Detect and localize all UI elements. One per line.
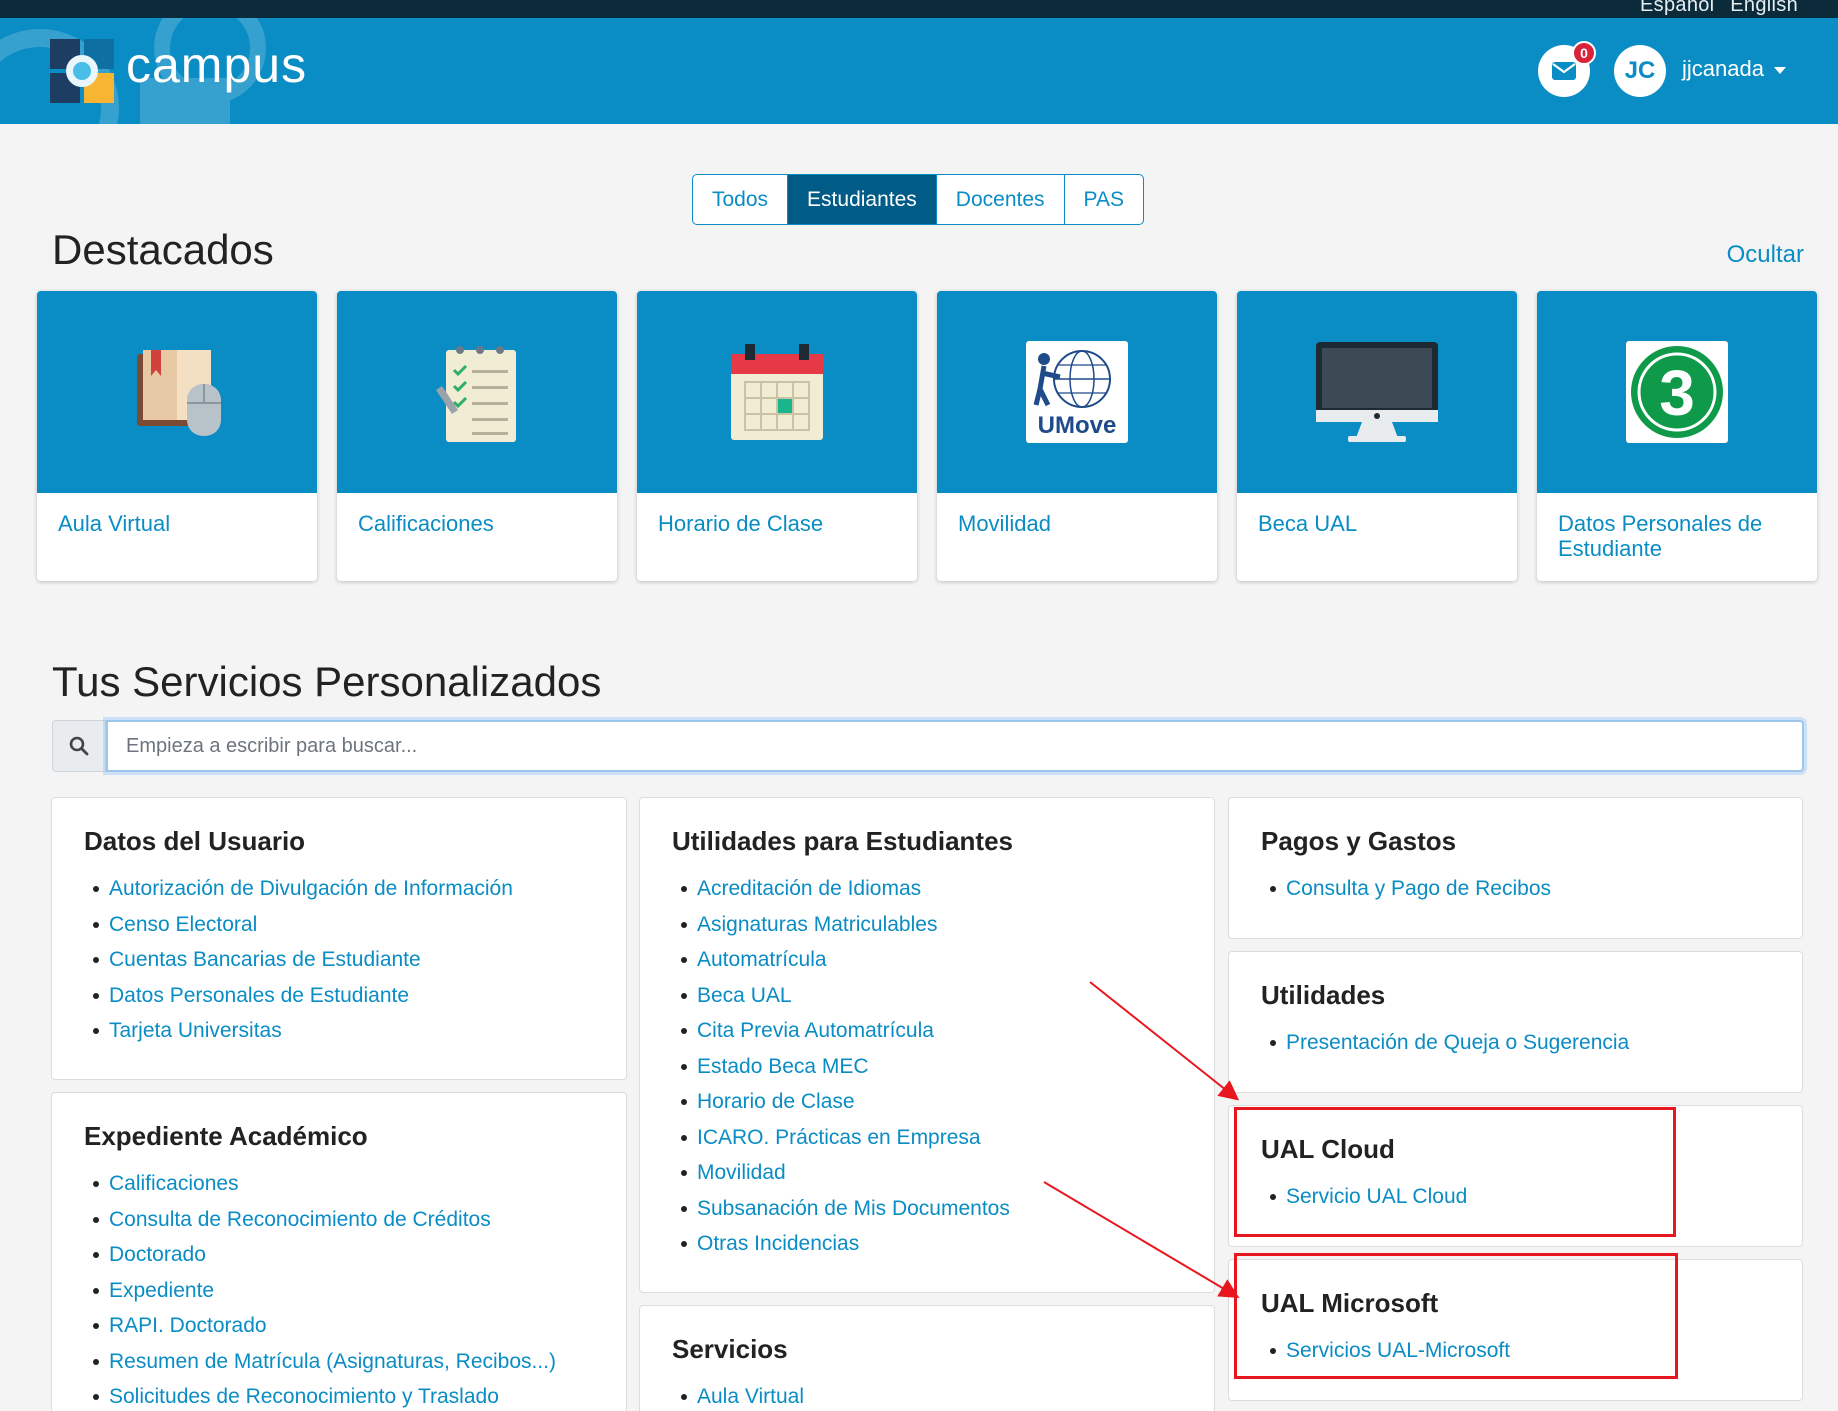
list-item-link[interactable]: Movilidad (672, 1155, 1182, 1191)
list-item-link[interactable]: Aula Virtual (672, 1379, 1182, 1411)
panel-title: Datos del Usuario (84, 826, 306, 856)
card-label: Movilidad (958, 511, 1051, 536)
card-label: Beca UAL (1258, 511, 1358, 536)
campus-logo-icon[interactable] (50, 39, 114, 103)
highlight-ual-cloud (1234, 1107, 1676, 1237)
brand-name[interactable]: campus (126, 36, 307, 94)
list-item-link[interactable]: Calificaciones (84, 1166, 594, 1202)
tab-pas[interactable]: PAS (1065, 175, 1143, 224)
book-mouse-icon (137, 350, 221, 436)
service-search (52, 717, 1807, 775)
panel-pagos: Pagos y Gastos Consulta y Pago de Recibo… (1228, 797, 1803, 939)
panel-links: Acreditación de Idiomas Asignaturas Matr… (672, 871, 1182, 1262)
tab-todos[interactable]: Todos (693, 175, 789, 224)
card-label: Aula Virtual (58, 511, 171, 536)
checklist-icon (436, 346, 516, 442)
search-icon (69, 736, 89, 756)
list-item-link[interactable]: Expediente (84, 1273, 594, 1309)
panel-datos-usuario: Datos del Usuario Autorización de Divulg… (51, 797, 627, 1080)
language-bar: Español English (0, 0, 1838, 18)
card-label: Horario de Clase (658, 511, 824, 536)
user-menu[interactable]: jjcanada (1682, 56, 1786, 82)
list-item-link[interactable]: Consulta y Pago de Recibos (1261, 871, 1770, 907)
monitor-icon (1316, 342, 1438, 442)
featured-card-aula-virtual[interactable]: Aula Virtual (37, 291, 317, 581)
panel-title: Utilidades (1261, 980, 1386, 1010)
services-heading: Tus Servicios Personalizados (52, 658, 602, 705)
featured-cards: Aula Virtual Calificaciones Horario de C… (37, 291, 1817, 582)
tab-estudiantes[interactable]: Estudiantes (788, 175, 937, 224)
list-item-link[interactable]: Solicitudes de Reconocimiento y Traslado (84, 1379, 594, 1411)
list-item-link[interactable]: Resumen de Matrícula (Asignaturas, Recib… (84, 1344, 594, 1380)
list-item-link[interactable]: Censo Electoral (84, 907, 594, 943)
featured-card-beca[interactable]: Beca UAL (1237, 291, 1517, 581)
featured-card-movilidad[interactable]: UMove Movilidad (937, 291, 1217, 581)
list-item-link[interactable]: Asignaturas Matriculables (672, 907, 1182, 943)
number-three-icon: 3 (1626, 341, 1728, 443)
card-label: Datos Personales de Estudiante (1558, 511, 1763, 561)
panel-expediente: Expediente Académico Calificaciones Cons… (51, 1092, 627, 1411)
lang-es-link[interactable]: Español (1640, 0, 1714, 16)
search-input[interactable] (103, 717, 1807, 775)
language-switcher: Español English (1630, 0, 1798, 17)
envelope-icon (1552, 62, 1576, 80)
search-button[interactable] (52, 720, 106, 772)
caret-down-icon (1773, 66, 1786, 74)
panel-title: Utilidades para Estudiantes (672, 826, 1013, 856)
panel-utilidades-estudiantes: Utilidades para Estudiantes Acreditación… (639, 797, 1215, 1293)
featured-card-horario[interactable]: Horario de Clase (637, 291, 917, 581)
avatar[interactable]: JC (1614, 45, 1666, 97)
list-item-link[interactable]: Subsanación de Mis Documentos (672, 1191, 1182, 1227)
list-item-link[interactable]: Doctorado (84, 1237, 594, 1273)
list-item-link[interactable]: Consulta de Reconocimiento de Créditos (84, 1202, 594, 1238)
list-item-link[interactable]: ICARO. Prácticas en Empresa (672, 1120, 1182, 1156)
three-text: 3 (1659, 357, 1695, 429)
list-item-link[interactable]: Estado Beca MEC (672, 1049, 1182, 1085)
list-item-link[interactable]: Tarjeta Universitas (84, 1013, 594, 1049)
list-item-link[interactable]: Autorización de Divulgación de Informaci… (84, 871, 594, 907)
panel-title: Pagos y Gastos (1261, 826, 1457, 856)
panel-utilidades: Utilidades Presentación de Queja o Suger… (1228, 951, 1803, 1093)
panel-links: Calificaciones Consulta de Reconocimient… (84, 1166, 594, 1411)
featured-card-datos-personales[interactable]: 3 Datos Personales de Estudiante (1537, 291, 1817, 581)
panel-title: Expediente Académico (84, 1121, 368, 1151)
umove-icon: UMove (1026, 341, 1128, 443)
list-item-link[interactable]: Automatrícula (672, 942, 1182, 978)
mail-count-badge: 0 (1572, 41, 1596, 65)
list-item-link[interactable]: Datos Personales de Estudiante (84, 978, 594, 1014)
list-item-link[interactable]: Cita Previa Automatrícula (672, 1013, 1182, 1049)
list-item-link[interactable]: RAPI. Doctorado (84, 1308, 594, 1344)
umove-text: UMove (1038, 412, 1117, 439)
card-label: Calificaciones (358, 511, 494, 536)
panel-links: Presentación de Queja o Sugerencia (1261, 1025, 1770, 1061)
panel-title: Servicios (672, 1334, 788, 1364)
top-header: campus 0 JC jjcanada (0, 18, 1838, 124)
list-item-link[interactable]: Beca UAL (672, 978, 1182, 1014)
lang-en-link[interactable]: English (1730, 0, 1798, 16)
hide-featured-link[interactable]: Ocultar (1727, 241, 1804, 269)
audience-filter: Todos Estudiantes Docentes PAS (692, 174, 1144, 225)
panel-links: Autorización de Divulgación de Informaci… (84, 871, 594, 1049)
mail-button[interactable]: 0 (1538, 41, 1596, 97)
list-item-link[interactable]: Presentación de Queja o Sugerencia (1261, 1025, 1770, 1061)
featured-card-calificaciones[interactable]: Calificaciones (337, 291, 617, 581)
list-item-link[interactable]: Horario de Clase (672, 1084, 1182, 1120)
username-label: jjcanada (1682, 56, 1764, 81)
panel-links: Consulta y Pago de Recibos (1261, 871, 1770, 907)
panel-links: Aula Virtual (672, 1379, 1182, 1411)
calendar-icon (731, 344, 823, 440)
list-item-link[interactable]: Acreditación de Idiomas (672, 871, 1182, 907)
featured-heading: Destacados (52, 226, 274, 273)
list-item-link[interactable]: Otras Incidencias (672, 1226, 1182, 1262)
highlight-ual-microsoft (1234, 1253, 1678, 1379)
panel-servicios: Servicios Aula Virtual (639, 1305, 1215, 1411)
tab-docentes[interactable]: Docentes (937, 175, 1065, 224)
list-item-link[interactable]: Cuentas Bancarias de Estudiante (84, 942, 594, 978)
